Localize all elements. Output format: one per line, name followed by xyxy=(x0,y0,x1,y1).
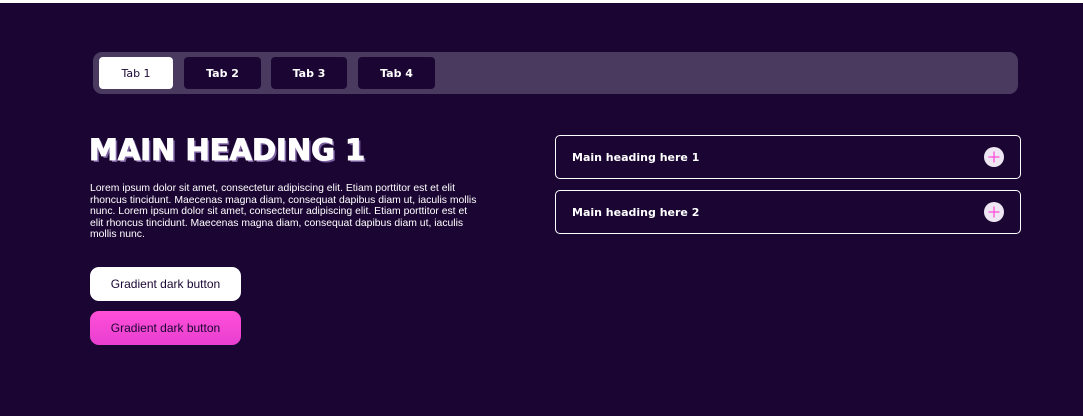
accordion-item-label: Main heading here 2 xyxy=(572,205,700,219)
accordion-item-2[interactable]: Main heading here 2 xyxy=(555,190,1021,234)
main-heading: MAIN HEADING 1 xyxy=(88,133,366,168)
page: Tab 1 Tab 2 Tab 3 Tab 4 MAIN HEADING 1 L… xyxy=(0,3,1083,416)
tab-4[interactable]: Tab 4 xyxy=(358,57,435,89)
accordion-item-label: Main heading here 1 xyxy=(572,150,700,164)
plus-icon[interactable] xyxy=(984,202,1004,222)
tab-2[interactable]: Tab 2 xyxy=(184,57,261,89)
accordion-item-1[interactable]: Main heading here 1 xyxy=(555,135,1021,179)
gradient-dark-button-white[interactable]: Gradient dark button xyxy=(90,267,241,301)
tab-bar: Tab 1 Tab 2 Tab 3 Tab 4 xyxy=(93,52,1018,94)
plus-icon[interactable] xyxy=(984,147,1004,167)
tab-1[interactable]: Tab 1 xyxy=(99,57,173,89)
body-paragraph: Lorem ipsum dolor sit amet, consectetur … xyxy=(90,183,477,241)
tab-3[interactable]: Tab 3 xyxy=(271,57,347,89)
gradient-dark-button-pink[interactable]: Gradient dark button xyxy=(90,311,241,345)
